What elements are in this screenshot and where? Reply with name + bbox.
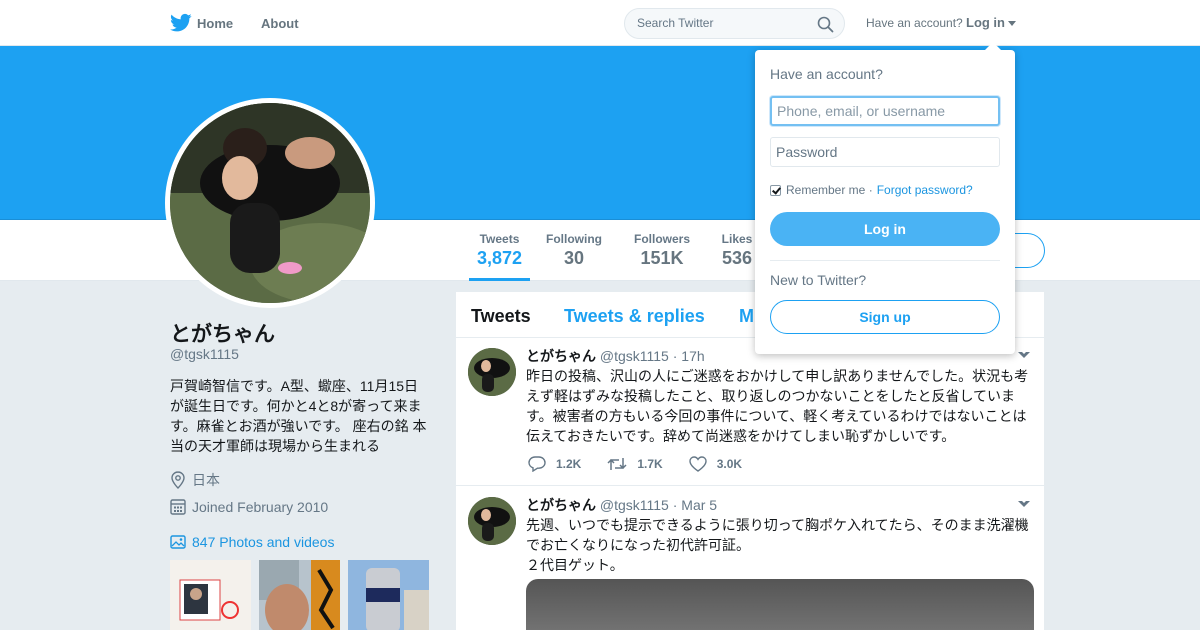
location-text: 日本 (192, 472, 220, 488)
search-input[interactable] (637, 16, 807, 30)
tab-tweets[interactable]: Tweets (471, 306, 531, 327)
nav-home-link[interactable]: Home (197, 16, 233, 31)
thumbnail-image (348, 560, 429, 630)
profile-location: 日本 (170, 470, 220, 490)
login-button[interactable]: Log in (770, 212, 1000, 246)
stat-label: Following (546, 232, 602, 246)
dropdown-title: Have an account? (770, 66, 883, 82)
tweet-meta[interactable]: @tgsk1115 · Mar 5 (600, 497, 717, 513)
location-pin-icon (171, 471, 185, 489)
stat-value: 536 (721, 248, 753, 268)
media-thumbnail[interactable] (170, 560, 251, 630)
username-field[interactable] (770, 96, 1000, 126)
stat-label: Tweets (479, 232, 520, 246)
tweet-avatar[interactable] (468, 497, 516, 545)
profile-bio: 戸賀崎智信です。A型、蠍座、11月15日が誕生日です。何かと4と8が寄って来ます… (170, 378, 427, 454)
search-icon[interactable] (817, 16, 834, 33)
stat-followers[interactable]: Followers 151K (631, 232, 693, 269)
photos-videos-link[interactable]: 847 Photos and videos (192, 534, 334, 550)
stat-likes[interactable]: Likes 536 (720, 232, 754, 269)
tab-media[interactable]: M (739, 306, 754, 327)
profile-handle[interactable]: @tgsk1115 (170, 346, 239, 362)
tweet-header: とがちゃん @tgsk1115 · 17h (526, 346, 705, 366)
tweet-item[interactable]: とがちゃん @tgsk1115 · Mar 5 先週、いつでも提示できるように張… (456, 487, 1044, 630)
login-dropdown: Have an account? Remember me · Forgot pa… (755, 42, 1015, 354)
stat-value: 151K (640, 248, 684, 268)
top-nav: Home About Have an account? Log in (0, 0, 1200, 46)
retweet-button[interactable]: 1.7K (607, 456, 663, 472)
have-account-text: Have an account? (866, 16, 963, 30)
retweet-icon (607, 458, 627, 470)
joined-text: Joined February 2010 (192, 498, 329, 515)
reply-count: 1.2K (556, 457, 582, 471)
tweet-text: 先週、いつでも提示できるように張り切って胸ポケ入れてたら、そのまま洗濯機でお亡く… (526, 517, 1029, 573)
tweet-meta[interactable]: @tgsk1115 · 17h (600, 348, 705, 364)
nav-about-link[interactable]: About (261, 16, 299, 31)
tweet-author-name[interactable]: とがちゃん (526, 497, 596, 513)
reply-icon (528, 456, 546, 472)
profile-name[interactable]: とがちゃん (170, 318, 275, 348)
password-field[interactable] (770, 137, 1000, 167)
stat-value: 3,872 (476, 248, 523, 268)
media-thumbnail[interactable] (348, 560, 429, 630)
forgot-password-link[interactable]: Forgot password? (877, 183, 973, 197)
tweet-author-name[interactable]: とがちゃん (526, 348, 596, 364)
tweet-avatar[interactable] (468, 348, 516, 396)
remember-me-row: Remember me · Forgot password? (770, 183, 973, 197)
avatar-photo (170, 103, 370, 303)
stat-label: Likes (721, 232, 753, 246)
tweet-text: 昨日の投稿、沢山の人にご迷惑をおかけして申し訳ありませんでした。状況も考えず軽は… (526, 368, 1029, 444)
tweet-avatar-image (468, 497, 516, 545)
photos-videos-link-row[interactable]: 847 Photos and videos (170, 534, 334, 550)
image-icon (170, 535, 186, 549)
tweet-avatar-image (468, 348, 516, 396)
caret-down-icon[interactable] (1008, 21, 1016, 26)
stat-tweets[interactable]: Tweets 3,872 (469, 232, 530, 281)
thumbnail-image (259, 560, 340, 630)
retweet-count: 1.7K (637, 457, 663, 471)
tweet-item[interactable]: とがちゃん @tgsk1115 · 17h 昨日の投稿、沢山の人にご迷惑をおかけ… (456, 338, 1044, 486)
like-count: 3.0K (716, 457, 743, 471)
like-button[interactable]: 3.0K (689, 456, 742, 472)
tweet-actions: 1.2K 1.7K 3.0K (528, 456, 768, 472)
divider (770, 260, 1000, 261)
profile-joined: Joined February 2010 (170, 498, 328, 515)
chevron-down-icon[interactable] (1018, 350, 1030, 358)
media-thumbnail[interactable] (259, 560, 340, 630)
twitter-bird-icon[interactable] (170, 13, 192, 33)
signup-button[interactable]: Sign up (770, 300, 1000, 334)
stat-value: 30 (563, 248, 585, 268)
new-to-twitter-text: New to Twitter? (770, 272, 867, 288)
login-menu-button[interactable]: Log in (966, 15, 1005, 30)
remember-me-checkbox[interactable] (770, 184, 781, 196)
calendar-icon (170, 499, 186, 515)
profile-avatar[interactable] (165, 98, 375, 308)
reply-button[interactable]: 1.2K (528, 456, 581, 472)
search-box (624, 8, 845, 39)
avatar-image (170, 103, 370, 303)
heart-icon (689, 456, 707, 472)
remember-me-label[interactable]: Remember me · (786, 183, 873, 197)
thumbnail-image (170, 560, 251, 630)
chevron-down-icon[interactable] (1018, 499, 1030, 507)
stat-following[interactable]: Following 30 (544, 232, 604, 269)
tab-tweets-replies[interactable]: Tweets & replies (564, 306, 705, 327)
stat-label: Followers (633, 232, 690, 246)
tweet-header: とがちゃん @tgsk1115 · Mar 5 (526, 495, 717, 515)
tweet-media-image[interactable] (526, 579, 1034, 630)
